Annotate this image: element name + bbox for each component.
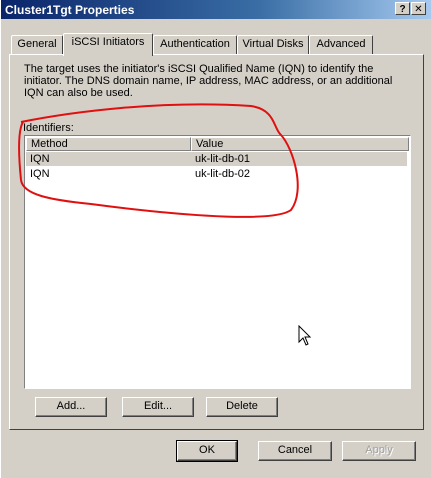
add-button[interactable]: Add...: [35, 397, 107, 417]
delete-button[interactable]: Delete: [206, 397, 278, 417]
mouse-pointer-icon: [298, 325, 312, 346]
title-bar[interactable]: Cluster1Tgt Properties ? ✕: [1, 0, 431, 19]
tab-iscsi-initiators[interactable]: iSCSI Initiators: [63, 33, 153, 56]
tab-general[interactable]: General: [11, 35, 63, 54]
window-title: Cluster1Tgt Properties: [5, 3, 135, 17]
row-method: IQN: [30, 153, 50, 165]
tab-panel-iscsi-initiators: The target uses the initiator's iSCSI Qu…: [9, 54, 424, 430]
identifiers-list[interactable]: Method Value IQN uk-lit-db-01 IQN uk-lit…: [24, 135, 411, 389]
properties-dialog: Cluster1Tgt Properties ? ✕ The target us…: [0, 0, 431, 478]
row-value: uk-lit-db-02: [195, 168, 251, 180]
apply-button[interactable]: Apply: [342, 441, 416, 461]
table-row[interactable]: IQN uk-lit-db-02: [26, 167, 407, 181]
column-header-value[interactable]: Value: [191, 137, 409, 151]
edit-button[interactable]: Edit...: [122, 397, 194, 417]
tab-authentication[interactable]: Authentication: [153, 35, 237, 54]
close-icon: ✕: [414, 4, 423, 15]
help-icon: ?: [399, 4, 406, 15]
tab-advanced[interactable]: Advanced: [309, 35, 373, 54]
help-button[interactable]: ?: [395, 2, 410, 15]
table-row[interactable]: IQN uk-lit-db-01: [26, 152, 407, 166]
row-method: IQN: [30, 168, 50, 180]
cancel-button[interactable]: Cancel: [258, 441, 332, 461]
description-text: The target uses the initiator's iSCSI Qu…: [24, 63, 393, 99]
ok-button[interactable]: OK: [176, 440, 238, 462]
column-header-method[interactable]: Method: [26, 137, 191, 151]
identifiers-label: Identifiers:: [23, 122, 74, 134]
tab-virtual-disks[interactable]: Virtual Disks: [237, 35, 309, 54]
close-button[interactable]: ✕: [411, 2, 426, 15]
row-value: uk-lit-db-01: [195, 153, 251, 165]
